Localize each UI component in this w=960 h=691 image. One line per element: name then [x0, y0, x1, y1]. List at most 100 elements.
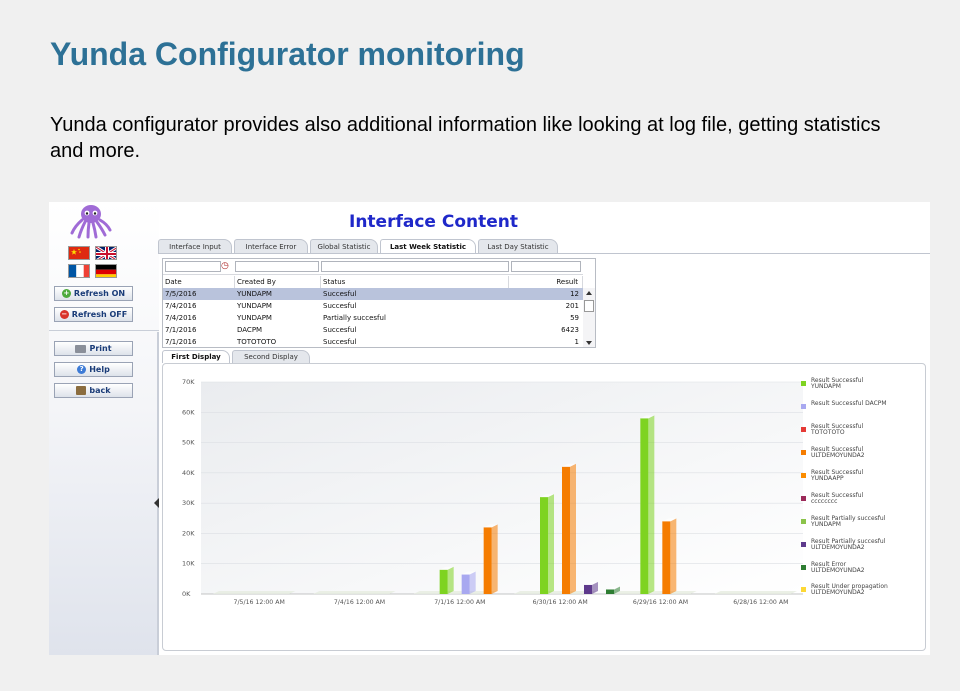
legend-label: Result Successful TOTOTOTO: [811, 423, 864, 437]
bar[interactable]: [439, 566, 454, 594]
bar-floor: [514, 591, 597, 594]
refresh-on-button[interactable]: + Refresh ON: [54, 286, 133, 301]
column-header-status[interactable]: Status: [321, 276, 509, 288]
table-cell-date: 7/4/2016: [165, 314, 197, 322]
legend-label: Result Successful YUNDAAPP: [811, 469, 864, 483]
legend-swatch: [801, 565, 806, 570]
y-tick-label: 30K: [182, 499, 195, 507]
y-tick-label: 0K: [182, 590, 191, 598]
table-row[interactable]: 7/4/2016 YUNDAPM Partially succesful 59: [163, 312, 583, 324]
bar-floor: [213, 591, 296, 594]
table-scrollbar[interactable]: [583, 288, 595, 347]
slide-text: Yunda configurator provides also additio…: [50, 114, 881, 162]
sidebar: + Refresh ON − Refresh OFF Print ? Help …: [49, 202, 159, 655]
statistics-table: ◷ Date Created By Status Result 7/5/2016…: [162, 258, 596, 348]
legend-label: Result Partially succesful ULTDEMOYUNDA2: [811, 538, 886, 552]
printer-icon: [75, 344, 87, 353]
table-cell-created-by: YUNDAPM: [237, 290, 272, 298]
refresh-off-icon: −: [59, 310, 69, 319]
calendar-icon[interactable]: ◷: [221, 261, 232, 272]
legend-label: Result Partially succesful YUNDAPM: [811, 515, 886, 529]
table-cell-status: Succesful: [323, 326, 357, 334]
legend-swatch: [801, 519, 806, 524]
print-label: Print: [89, 344, 112, 353]
language-flags: [68, 246, 118, 280]
table-row[interactable]: 7/5/2016 YUNDAPM Succesful 12: [163, 288, 583, 300]
back-button[interactable]: back: [54, 383, 133, 398]
legend-label: Result Under propagation ULTDEMOYUNDA2: [811, 583, 888, 597]
legend-swatch: [801, 427, 806, 432]
collapse-sidebar-icon[interactable]: [154, 498, 159, 508]
bar[interactable]: [461, 571, 476, 594]
refresh-off-label: Refresh OFF: [71, 310, 128, 319]
refresh-on-label: Refresh ON: [73, 289, 126, 298]
table-cell-result: 201: [565, 302, 579, 310]
help-button[interactable]: ? Help: [54, 362, 133, 377]
table-cell-status: Succesful: [323, 338, 357, 346]
y-tick-label: 60K: [182, 408, 195, 416]
legend-label: Result Error ULTDEMOYUNDA2: [811, 561, 865, 575]
sidebar-divider: [49, 330, 159, 331]
back-icon: [76, 386, 87, 395]
app-title: Interface Content: [349, 212, 519, 232]
y-tick-label: 10K: [182, 560, 195, 568]
table-cell-created-by: YUNDAPM: [237, 302, 272, 310]
bar[interactable]: [662, 518, 677, 594]
refresh-off-button[interactable]: − Refresh OFF: [54, 307, 133, 322]
y-tick-label: 70K: [182, 378, 195, 386]
table-row[interactable]: 7/1/2016 TOTOTOTO Succesful 1: [163, 336, 583, 347]
legend-swatch: [801, 381, 806, 386]
bar-floor: [614, 591, 697, 594]
table-cell-date: 7/4/2016: [165, 302, 197, 310]
table-cell-date: 7/1/2016: [165, 338, 197, 346]
tab-second-display[interactable]: Second Display: [232, 350, 310, 363]
x-tick-label: 6/30/16 12:00 AM: [533, 599, 588, 606]
legend-label: Result Successful cccccccc: [811, 492, 864, 506]
table-cell-status: Succesful: [323, 290, 357, 298]
back-label: back: [89, 386, 111, 395]
table-cell-date: 7/5/2016: [165, 290, 197, 298]
flag-france-icon[interactable]: [68, 264, 90, 278]
octopus-icon: [70, 205, 112, 239]
refresh-on-icon: +: [61, 289, 71, 298]
bar[interactable]: [640, 415, 655, 594]
scroll-down-icon[interactable]: [586, 341, 592, 345]
tab-last-day-statistic[interactable]: Last Day Statistic: [478, 239, 558, 253]
print-button[interactable]: Print: [54, 341, 133, 356]
table-cell-created-by: DACPM: [237, 326, 263, 334]
legend-swatch: [801, 496, 806, 501]
column-header-date[interactable]: Date: [163, 276, 235, 288]
legend-swatch: [801, 542, 806, 547]
scroll-thumb[interactable]: [584, 300, 594, 312]
flag-china-icon[interactable]: [68, 246, 90, 260]
status-filter-input[interactable]: [321, 261, 509, 272]
flag-germany-icon[interactable]: [95, 264, 117, 278]
column-header-result[interactable]: Result: [509, 276, 583, 288]
table-cell-result: 6423: [561, 326, 579, 334]
column-header-created-by[interactable]: Created By: [235, 276, 321, 288]
bar-floor: [413, 591, 496, 594]
help-icon: ?: [77, 365, 87, 374]
bar[interactable]: [562, 463, 576, 594]
date-filter-input[interactable]: [165, 261, 221, 272]
scroll-up-icon[interactable]: [586, 291, 592, 295]
bar[interactable]: [540, 494, 554, 594]
created-by-filter-input[interactable]: [235, 261, 319, 272]
y-tick-label: 20K: [182, 529, 195, 537]
bar-floor: [714, 591, 797, 594]
table-row[interactable]: 7/4/2016 YUNDAPM Succesful 201: [163, 300, 583, 312]
x-tick-label: 7/4/16 12:00 AM: [334, 599, 385, 606]
result-filter-input[interactable]: [511, 261, 581, 272]
flag-uk-icon[interactable]: [95, 246, 117, 260]
bar[interactable]: [483, 524, 498, 594]
table-cell-result: 12: [570, 290, 579, 298]
tab-last-week-statistic[interactable]: Last Week Statistic: [380, 239, 476, 253]
help-label: Help: [89, 365, 110, 374]
legend-swatch: [801, 473, 806, 478]
tab-first-display[interactable]: First Display: [162, 350, 230, 363]
tab-interface-input[interactable]: Interface Input: [158, 239, 232, 253]
tab-interface-error[interactable]: Interface Error: [234, 239, 308, 253]
legend-swatch: [801, 587, 806, 592]
table-row[interactable]: 7/1/2016 DACPM Succesful 6423: [163, 324, 583, 336]
tab-global-statistic[interactable]: Global Statistic: [310, 239, 378, 253]
